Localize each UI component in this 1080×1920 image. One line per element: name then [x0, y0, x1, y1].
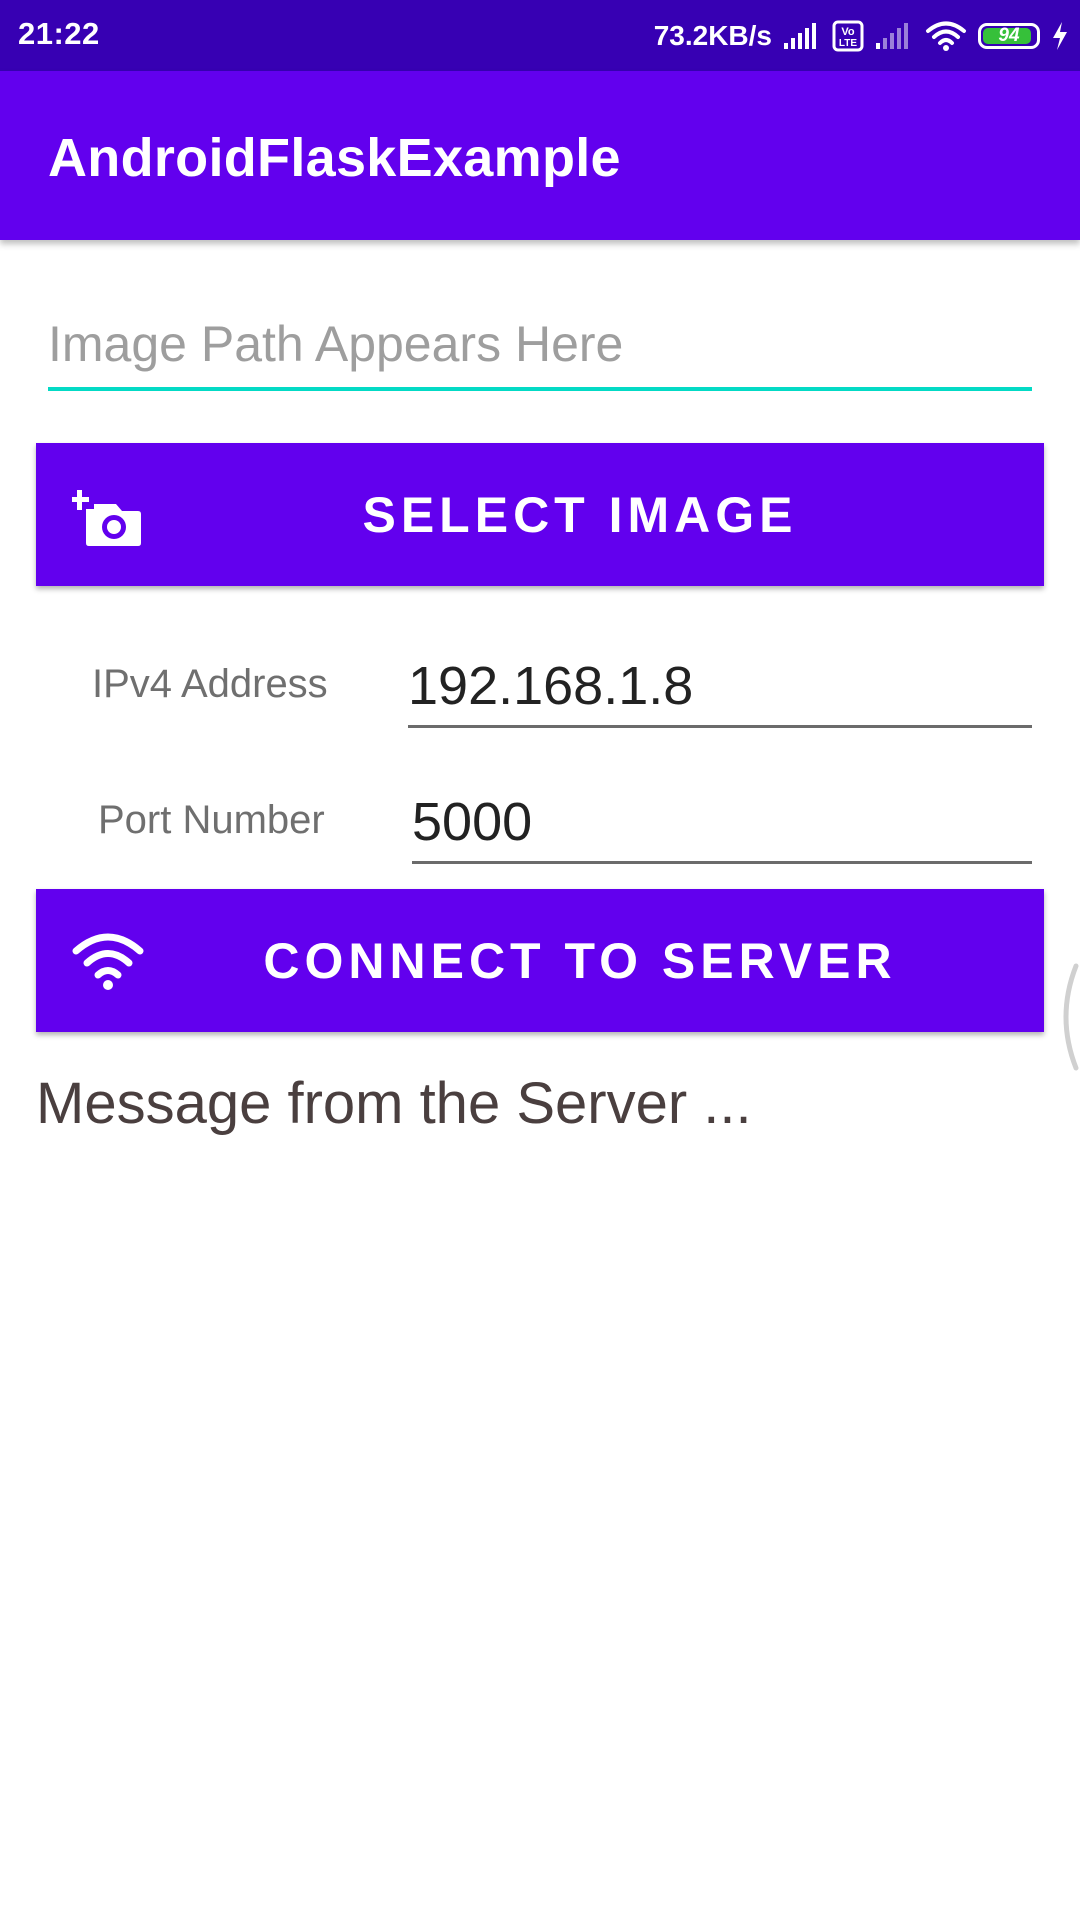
ip-address-input[interactable]: [408, 648, 1032, 724]
select-image-label: SELECT IMAGE: [362, 486, 798, 543]
ip-address-field[interactable]: [408, 648, 1032, 728]
port-number-field[interactable]: [412, 784, 1032, 864]
app-screen: 21:22 73.2KB/s Vo LTE 94 AndroidFlaskExa…: [0, 0, 1080, 1920]
port-number-input[interactable]: [412, 784, 1032, 860]
port-number-label: Port Number: [98, 798, 325, 842]
battery-level: 94: [998, 25, 1020, 46]
signal-icon: [782, 21, 822, 51]
image-path-field[interactable]: [48, 305, 1032, 391]
select-image-button[interactable]: SELECT IMAGE: [36, 443, 1044, 586]
signal-weak-icon: [874, 21, 914, 51]
svg-text:LTE: LTE: [839, 38, 857, 49]
connect-to-server-label: CONNECT TO SERVER: [263, 932, 897, 989]
app-bar: AndroidFlaskExample: [0, 71, 1080, 240]
status-bar: 21:22 73.2KB/s Vo LTE 94: [0, 0, 1080, 71]
server-message: Message from the Server ...: [36, 1071, 752, 1136]
connect-to-server-button[interactable]: CONNECT TO SERVER: [36, 889, 1044, 1032]
image-path-input[interactable]: [48, 305, 1032, 383]
network-speed: 73.2KB/s: [653, 20, 772, 51]
svg-text:Vo: Vo: [841, 26, 855, 38]
wifi-icon: [924, 19, 968, 53]
battery-icon: 94: [978, 23, 1040, 49]
ip-address-label: IPv4 Address: [92, 662, 328, 706]
status-time: 21:22: [18, 16, 100, 51]
app-title: AndroidFlaskExample: [48, 128, 621, 188]
status-icons: 73.2KB/s Vo LTE 94: [654, 14, 1070, 58]
charging-icon: [1050, 21, 1070, 51]
edge-swipe-handle[interactable]: [1052, 962, 1080, 1072]
volte-icon: Vo LTE: [832, 20, 864, 52]
